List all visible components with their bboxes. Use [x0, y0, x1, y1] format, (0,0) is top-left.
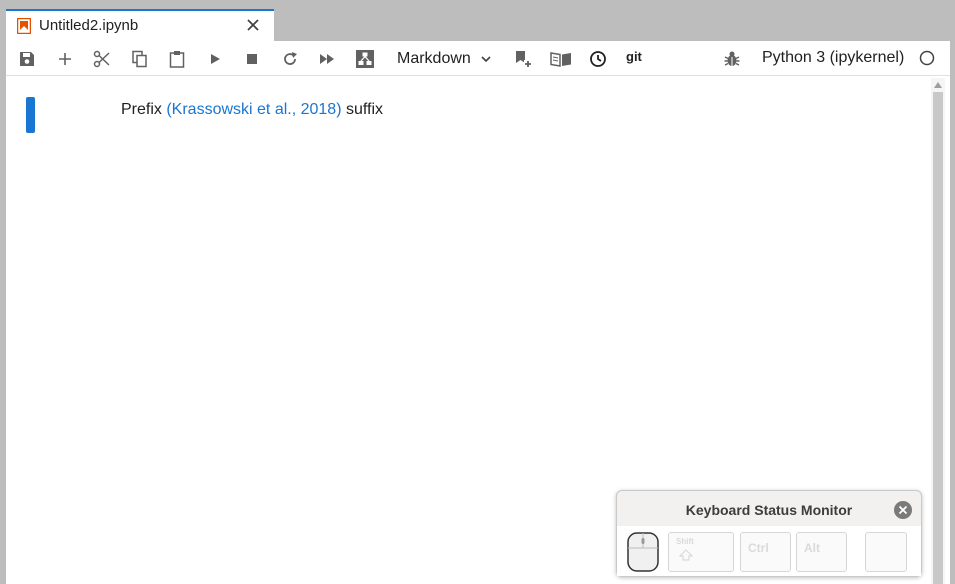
alt-key-label: Alt [804, 541, 820, 555]
kernel-name[interactable]: Python 3 (ipykernel) [762, 49, 904, 67]
paste-button[interactable] [164, 46, 190, 72]
markdown-cell[interactable]: Prefix (Krassowski et al., 2018) suffix [121, 101, 383, 119]
mouse-icon [627, 532, 659, 572]
cell-type-select[interactable]: Markdown [397, 47, 493, 71]
diagram-button[interactable] [352, 46, 378, 72]
book-icon [550, 52, 571, 67]
cell-collapser[interactable] [26, 97, 35, 133]
tab-bar: Untitled2.ipynb [0, 0, 955, 41]
insert-cell-button[interactable] [52, 46, 78, 72]
git-button[interactable]: git [626, 49, 642, 64]
shift-key-indicator: Shift [668, 532, 734, 572]
circle-idle-icon [919, 50, 935, 66]
citation-link[interactable]: (Krassowski et al., 2018) [166, 101, 341, 118]
scroll-up-arrow-icon[interactable] [933, 80, 943, 90]
scissors-icon [93, 50, 110, 68]
super-key-indicator [865, 532, 907, 572]
fast-forward-icon [320, 54, 334, 64]
cell-type-value: Markdown [397, 50, 471, 67]
cut-button[interactable] [89, 46, 115, 72]
run-button[interactable] [202, 46, 228, 72]
save-icon [20, 52, 34, 66]
save-button[interactable] [14, 46, 40, 72]
notebook-icon [17, 18, 31, 34]
cell-prefix-text: Prefix [121, 101, 167, 118]
interrupt-button[interactable] [239, 46, 265, 72]
diagram-icon [356, 50, 374, 68]
close-icon[interactable] [244, 16, 262, 34]
shift-key-label: Shift [676, 537, 694, 546]
clock-icon [590, 51, 606, 67]
add-citation-button[interactable] [510, 46, 536, 72]
shift-arrow-icon [679, 549, 693, 561]
notebook-toolbar: Markdown git Python 3 (ipykernel) [6, 41, 950, 76]
scroll-thumb[interactable] [933, 92, 943, 584]
restart-run-all-button[interactable] [314, 46, 340, 72]
key-indicators: Shift Ctrl Alt [617, 526, 921, 576]
copy-icon [132, 50, 147, 68]
history-button[interactable] [585, 46, 611, 72]
bookmark-plus-icon [516, 51, 532, 68]
tab-title: Untitled2.ipynb [39, 17, 139, 34]
tab-untitled2[interactable]: Untitled2.ipynb [6, 9, 274, 41]
plus-icon [59, 53, 71, 65]
debugger-button[interactable] [719, 46, 745, 72]
restart-button[interactable] [277, 46, 303, 72]
bibliography-button[interactable] [548, 46, 574, 72]
cell-suffix-text: suffix [341, 101, 384, 118]
scrollbar[interactable] [931, 78, 945, 584]
ctrl-key-indicator: Ctrl [740, 532, 791, 572]
keyboard-status-monitor: Keyboard Status Monitor Shift Ctrl Alt [616, 490, 922, 577]
ctrl-key-label: Ctrl [748, 541, 769, 555]
bug-icon [724, 51, 740, 66]
alt-key-indicator: Alt [796, 532, 847, 572]
play-icon [211, 54, 220, 64]
stop-icon [247, 54, 257, 64]
copy-button[interactable] [127, 46, 153, 72]
paste-icon [169, 51, 185, 68]
close-icon[interactable] [893, 500, 913, 520]
chevron-down-icon [481, 56, 491, 63]
keyboard-monitor-title: Keyboard Status Monitor [685, 502, 853, 518]
refresh-icon [284, 52, 297, 65]
